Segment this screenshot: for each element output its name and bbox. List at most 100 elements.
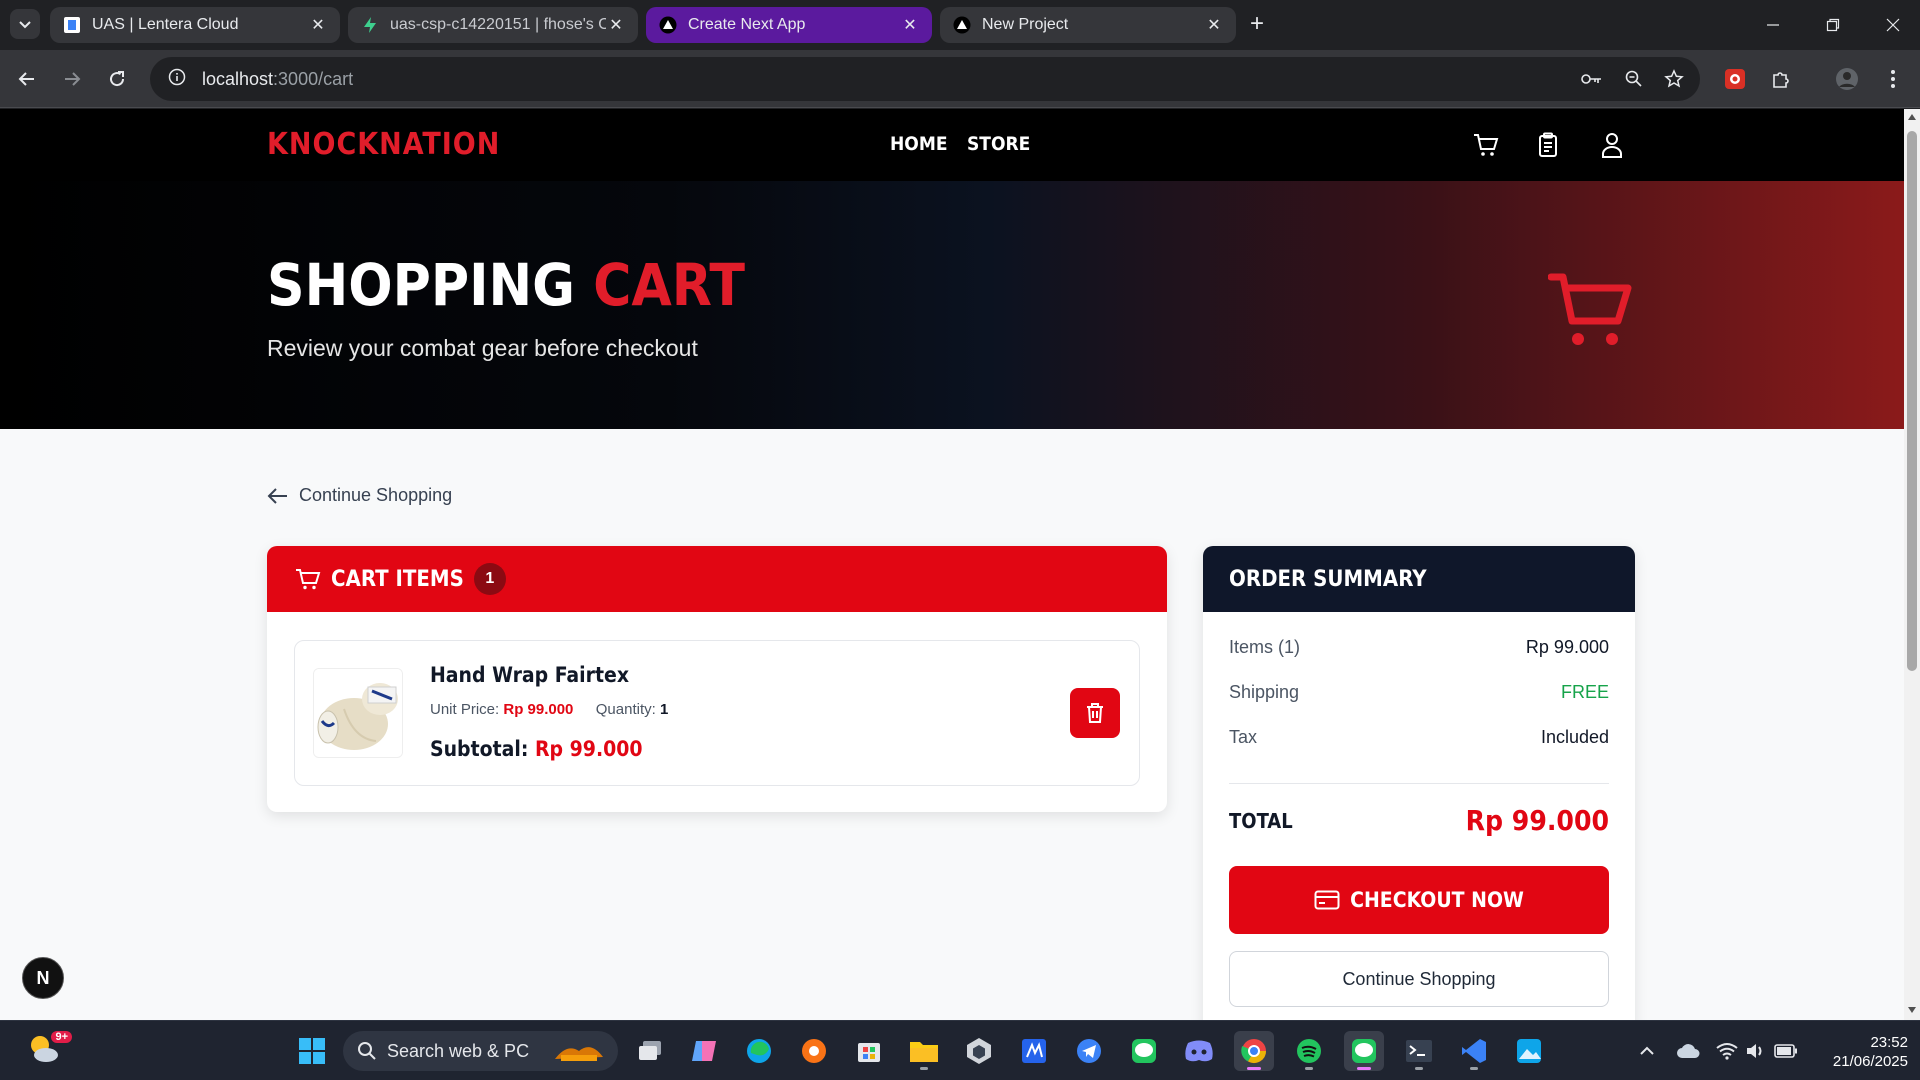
forward-arrow-icon[interactable] [57,64,87,94]
order-summary-panel: ORDER SUMMARY Items (1) Rp 99.000 Shippi… [1203,546,1635,1020]
close-tab-icon[interactable]: ✕ [1204,15,1224,35]
telegram-icon[interactable] [1069,1031,1109,1071]
hero-banner: SHOPPING CART Review your combat gear be… [0,181,1904,429]
volume-icon[interactable] [1744,1039,1768,1063]
search-highlight-icon [555,1047,604,1061]
site-info-icon[interactable] [168,68,186,91]
reload-icon[interactable] [102,64,132,94]
discord-icon[interactable] [1179,1031,1219,1071]
new-tab-button[interactable]: + [1244,12,1270,38]
battery-icon[interactable] [1774,1039,1798,1063]
extensions-puzzle-icon[interactable] [1766,64,1796,94]
spotify-icon[interactable] [1289,1031,1329,1071]
header-orders-clipboard-icon[interactable] [1535,131,1563,159]
maze-app-icon[interactable] [1014,1031,1054,1071]
hero-cart-icon [1548,273,1632,345]
trash-icon [1087,703,1103,723]
tab-title: UAS | Lentera Cloud [92,16,239,33]
profile-avatar-icon[interactable] [1832,64,1862,94]
task-view-icon[interactable] [630,1031,670,1071]
edge-browser-icon[interactable] [739,1031,779,1071]
site-logo[interactable]: KNOCKNATION [267,127,500,162]
browser-tab-bar: UAS | Lentera Cloud ✕ uas-csp-c14220151 … [0,0,1920,50]
continue-shopping-link[interactable]: Continue Shopping [267,485,452,506]
orange-app-icon[interactable] [794,1031,834,1071]
weather-widget-icon[interactable]: 9+ [26,1031,72,1071]
arrow-left-icon [267,487,287,504]
tab-title: uas-csp-c14220151 | fhose's Org [390,16,606,33]
header-cart-icon[interactable] [1472,131,1500,159]
summary-total: TOTAL Rp 99.000 [1229,804,1609,837]
checkout-button[interactable]: CHECKOUT NOW [1229,866,1609,934]
search-placeholder: Search web & PC [387,1040,530,1061]
cart-count-badge: 1 [473,563,506,595]
cart-items-title: CART ITEMS [331,566,464,592]
password-key-icon[interactable] [1580,67,1604,91]
scrollbar-thumb[interactable] [1907,131,1917,671]
bookmark-star-icon[interactable] [1662,67,1686,91]
close-tab-icon[interactable]: ✕ [308,15,328,35]
restore-window-icon[interactable] [1818,10,1848,40]
weather-badge: 9+ [51,1031,72,1043]
page-scrollbar[interactable] [1904,109,1920,1020]
taskbar-clock[interactable]: 23:52 21/06/2025 [1808,1033,1908,1071]
wifi-icon[interactable] [1715,1039,1739,1063]
continue-shopping-label: Continue Shopping [299,485,453,505]
copilot-icon[interactable] [684,1031,724,1071]
chrome-icon[interactable] [1234,1031,1274,1071]
taskbar-search[interactable]: Search web & PC [343,1031,618,1071]
browser-tab-2[interactable]: uas-csp-c14220151 | fhose's Org ✕ [348,7,638,43]
line-app-icon[interactable] [1124,1031,1164,1071]
browser-tab-3-active[interactable]: Create Next App ✕ [646,7,932,43]
clock-date: 21/06/2025 [1832,1053,1908,1070]
continue-shopping-button[interactable]: Continue Shopping [1229,951,1609,1007]
close-tab-icon[interactable]: ✕ [900,15,920,35]
terminal-icon[interactable] [1399,1031,1439,1071]
microsoft-store-icon[interactable] [849,1031,889,1071]
page-title: SHOPPING CART [267,251,745,319]
nav-home-link[interactable]: HOME [890,133,948,155]
tab-title: New Project [982,16,1069,33]
product-name[interactable]: Hand Wrap Fairtex [430,663,629,687]
windows-start-icon[interactable] [292,1031,332,1071]
address-bar[interactable]: localhost:3000/cart [150,57,1700,101]
summary-row-items: Items (1) Rp 99.000 [1229,637,1609,657]
scroll-up-icon[interactable] [1908,114,1916,120]
product-image[interactable] [313,668,403,758]
close-window-icon[interactable] [1878,10,1908,40]
url-text: localhost:3000/cart [202,68,354,89]
file-explorer-icon[interactable] [904,1031,944,1071]
zoom-icon[interactable] [1622,67,1646,91]
browser-tab-1[interactable]: UAS | Lentera Cloud ✕ [50,7,340,43]
extension-red-icon[interactable] [1720,64,1750,94]
browser-toolbar: localhost:3000/cart [0,50,1920,108]
unity-hub-icon[interactable] [959,1031,999,1071]
line-messenger-icon[interactable] [1344,1031,1384,1071]
nextjs-dev-indicator[interactable]: N [22,957,64,999]
summary-row-shipping: Shipping FREE [1229,682,1609,702]
clock-time: 23:52 [1870,1034,1908,1051]
lentera-favicon-icon [62,15,82,35]
header-user-icon[interactable] [1598,131,1626,159]
cart-icon [296,569,321,590]
onedrive-cloud-icon[interactable] [1676,1039,1700,1063]
cart-items-header: CART ITEMS 1 [267,546,1167,612]
scroll-down-icon[interactable] [1908,1007,1916,1013]
close-tab-icon[interactable]: ✕ [606,15,626,35]
vscode-icon[interactable] [1454,1031,1494,1071]
show-hidden-icons-chevron-icon[interactable] [1635,1039,1659,1063]
remove-item-button[interactable] [1070,688,1120,738]
summary-row-tax: Tax Included [1229,727,1609,747]
tab-search-button[interactable] [10,9,40,39]
windows-taskbar: 9+ Search web & PC 23:52 21/06/2025 [0,1020,1920,1080]
browser-menu-icon[interactable] [1878,64,1908,94]
browser-tab-4[interactable]: New Project ✕ [940,7,1236,43]
page-viewport: KNOCKNATION HOME STORE SHOPPING CART Rev… [0,109,1904,1020]
page-subtitle: Review your combat gear before checkout [267,335,698,361]
photos-app-icon[interactable] [1509,1031,1549,1071]
back-arrow-icon[interactable] [12,64,42,94]
nav-store-link[interactable]: STORE [967,133,1030,155]
minimize-window-icon[interactable] [1758,10,1788,40]
vercel-favicon-icon [952,15,972,35]
supabase-favicon-icon [360,15,380,35]
